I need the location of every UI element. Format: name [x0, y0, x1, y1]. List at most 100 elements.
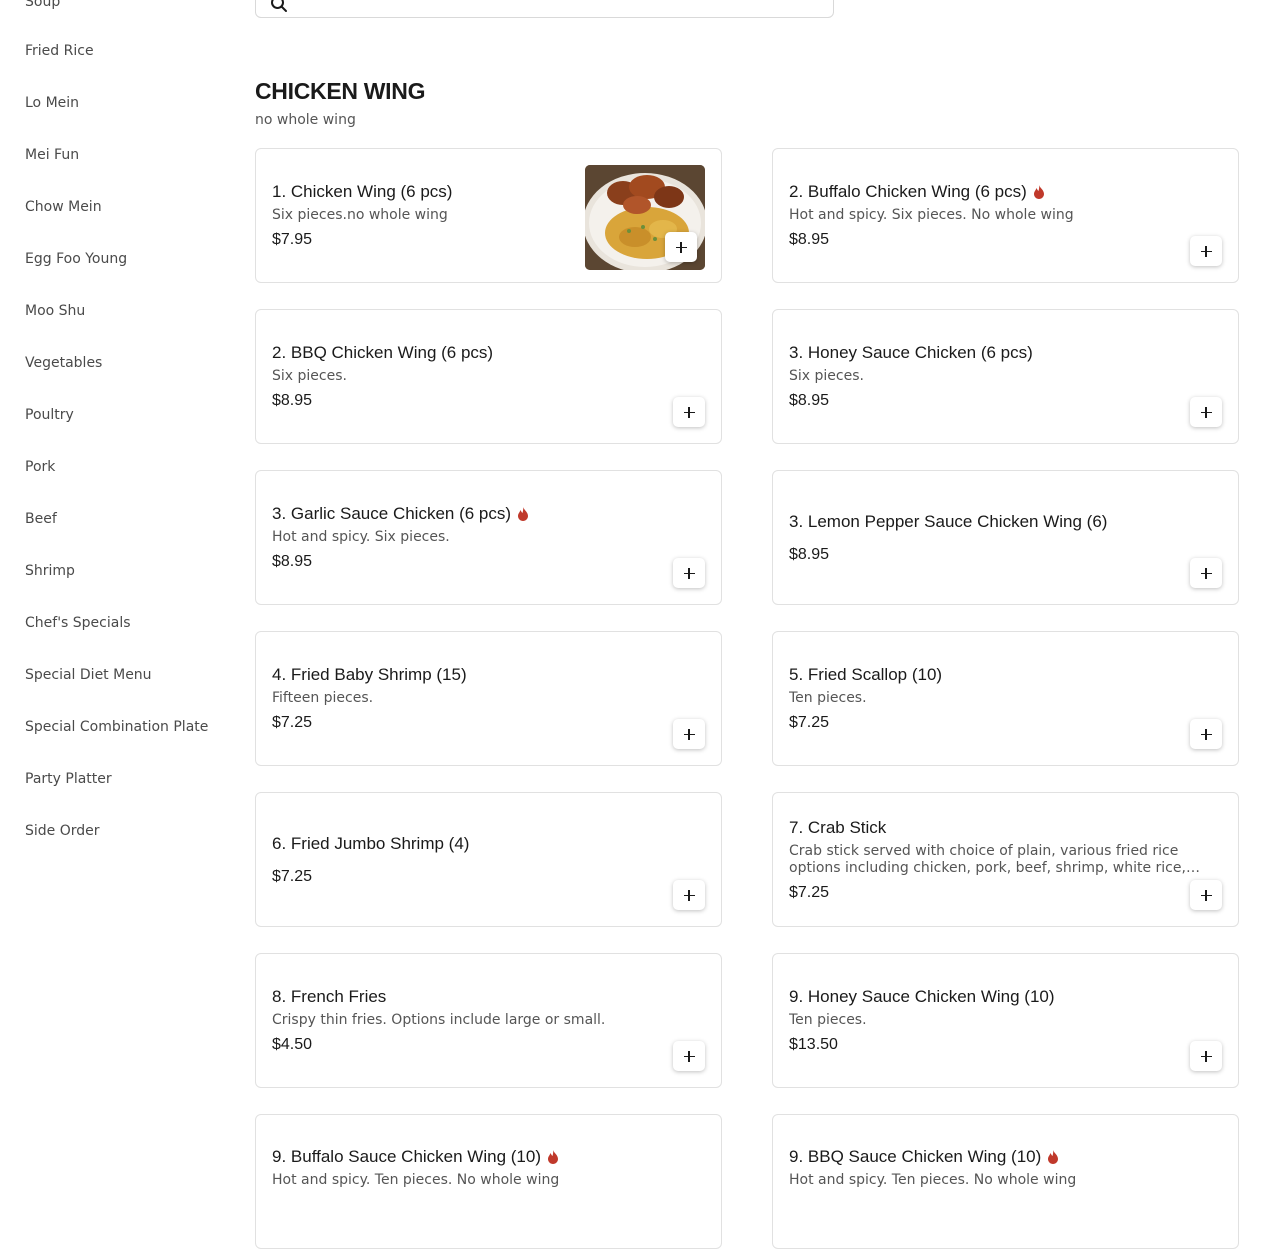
item-price: $8.95: [789, 392, 830, 409]
add-to-cart-button[interactable]: [673, 558, 705, 588]
item-description: Ten pieces.: [789, 1012, 867, 1028]
item-price: $8.95: [789, 545, 830, 563]
item-name: 4. Fried Baby Shrimp (15): [272, 665, 467, 684]
plus-icon: [1200, 1050, 1212, 1062]
sidebar-item-fried-rice[interactable]: Fried Rice: [25, 42, 94, 60]
menu-item-card[interactable]: 2. Buffalo Chicken Wing (6 pcs) Hot and …: [772, 148, 1239, 283]
item-price: $4.50: [272, 1036, 313, 1053]
item-description: Hot and spicy. Six pieces.: [272, 529, 450, 545]
item-name-row: 2. Buffalo Chicken Wing (6 pcs): [789, 181, 1222, 203]
plus-icon: [1200, 245, 1212, 257]
item-name: 2. Buffalo Chicken Wing (6 pcs): [789, 182, 1027, 201]
sidebar-item-side-order[interactable]: Side Order: [25, 822, 100, 840]
item-name: 3. Honey Sauce Chicken (6 pcs): [789, 343, 1033, 362]
add-to-cart-button[interactable]: [673, 880, 705, 910]
item-name: 3. Lemon Pepper Sauce Chicken Wing (6): [789, 511, 1108, 531]
item-name: 9. Buffalo Sauce Chicken Wing (10): [272, 1147, 541, 1166]
item-price: $8.95: [272, 553, 313, 570]
category-sidebar: Soup Fried Rice Lo Mein Mei Fun Chow Mei…: [0, 0, 240, 1179]
item-price: $8.95: [789, 231, 830, 248]
item-description: Crab stick served with choice of plain, …: [789, 842, 1186, 876]
sidebar-item-poultry[interactable]: Poultry: [25, 406, 74, 424]
add-to-cart-button[interactable]: [673, 397, 705, 427]
plus-icon: [1200, 728, 1212, 740]
item-name-row: 9. Buffalo Sauce Chicken Wing (10): [272, 1146, 705, 1168]
item-description: Hot and spicy. Ten pieces. No whole wing: [272, 1172, 560, 1188]
sidebar-item-egg-foo-young[interactable]: Egg Foo Young: [25, 250, 127, 268]
sidebar-item-beef[interactable]: Beef: [25, 510, 57, 528]
item-description: Six pieces.: [272, 368, 347, 384]
plus-icon: [683, 1050, 695, 1062]
search-icon: [271, 0, 287, 12]
item-name-row: 3. Garlic Sauce Chicken (6 pcs): [272, 503, 705, 525]
menu-item-card[interactable]: 6. Fried Jumbo Shrimp (4) $7.25: [255, 792, 722, 927]
sidebar-item-pork[interactable]: Pork: [25, 458, 55, 476]
spicy-flame-icon: [548, 1150, 558, 1164]
item-description: Ten pieces.: [789, 690, 867, 706]
item-price: $7.25: [272, 867, 313, 885]
menu-item-card[interactable]: 7. Crab Stick Crab stick served with cho…: [772, 792, 1239, 927]
item-description: Hot and spicy. Ten pieces. No whole wing: [789, 1172, 1077, 1188]
menu-item-card[interactable]: 3. Honey Sauce Chicken (6 pcs) Six piece…: [772, 309, 1239, 444]
chicken-wings-with-fried-rice-photo: [585, 165, 705, 270]
menu-item-card[interactable]: 1. Chicken Wing (6 pcs) Six pieces.no wh…: [255, 148, 722, 283]
item-price: $7.95: [272, 231, 313, 248]
menu-item-card[interactable]: 9. Honey Sauce Chicken Wing (10) Ten pie…: [772, 953, 1239, 1088]
add-to-cart-button[interactable]: [1190, 880, 1222, 910]
add-to-cart-button[interactable]: [673, 719, 705, 749]
sidebar-item-special-combination-plate[interactable]: Special Combination Plate: [25, 718, 208, 736]
sidebar-item-special-diet-menu[interactable]: Special Diet Menu: [25, 666, 152, 684]
sidebar-item-shrimp[interactable]: Shrimp: [25, 562, 75, 580]
menu-item-card[interactable]: 5. Fried Scallop (10) Ten pieces. $7.25: [772, 631, 1239, 766]
add-to-cart-button[interactable]: [1190, 1041, 1222, 1071]
item-name: 7. Crab Stick: [789, 817, 887, 837]
item-name: 6. Fried Jumbo Shrimp (4): [272, 833, 470, 853]
item-name: 9. Honey Sauce Chicken Wing (10): [789, 987, 1055, 1006]
menu-item-card[interactable]: 3. Lemon Pepper Sauce Chicken Wing (6) $…: [772, 470, 1239, 605]
menu-item-card[interactable]: 3. Garlic Sauce Chicken (6 pcs) Hot and …: [255, 470, 722, 605]
menu-item-card[interactable]: 2. BBQ Chicken Wing (6 pcs) Six pieces. …: [255, 309, 722, 444]
spicy-flame-icon: [1033, 185, 1044, 199]
item-description: Crispy thin fries. Options include large…: [272, 1012, 606, 1028]
plus-icon: [1200, 889, 1212, 901]
search-input[interactable]: [300, 0, 804, 11]
section-title: CHICKEN WING: [255, 78, 426, 104]
menu-item-card[interactable]: 9. BBQ Sauce Chicken Wing (10) Hot and s…: [772, 1114, 1239, 1249]
sidebar-item-mei-fun[interactable]: Mei Fun: [25, 146, 79, 164]
item-name: 8. French Fries: [272, 987, 387, 1006]
plus-icon: [683, 406, 695, 418]
spicy-flame-icon: [518, 507, 529, 521]
add-to-cart-button[interactable]: [1190, 719, 1222, 749]
item-price: $8.95: [272, 392, 313, 409]
sidebar-item-chow-mein[interactable]: Chow Mein: [25, 198, 102, 216]
item-price: $13.50: [789, 1036, 838, 1053]
sidebar-item-chefs-specials[interactable]: Chef's Specials: [25, 614, 131, 632]
sidebar-item-party-platter[interactable]: Party Platter: [25, 770, 112, 788]
add-to-cart-button[interactable]: [673, 1041, 705, 1071]
spicy-flame-icon: [1048, 1150, 1059, 1164]
plus-icon: [1200, 406, 1212, 418]
menu-item-card[interactable]: 4. Fried Baby Shrimp (15) Fifteen pieces…: [255, 631, 722, 766]
plus-icon: [683, 567, 695, 579]
section-subtitle: no whole wing: [255, 112, 356, 128]
add-to-cart-button[interactable]: [665, 232, 697, 262]
item-description: Fifteen pieces.: [272, 690, 374, 706]
menu-item-card[interactable]: 8. French Fries Crispy thin fries. Optio…: [255, 953, 722, 1088]
sidebar-item-lo-mein[interactable]: Lo Mein: [25, 94, 79, 112]
plus-icon: [683, 728, 695, 740]
item-description: Hot and spicy. Six pieces. No whole wing: [789, 207, 1074, 223]
sidebar-item-vegetables[interactable]: Vegetables: [25, 354, 102, 372]
add-to-cart-button[interactable]: [1190, 397, 1222, 427]
search-bar[interactable]: [255, 0, 834, 18]
add-to-cart-button[interactable]: [1190, 236, 1222, 266]
item-name: 9. BBQ Sauce Chicken Wing (10): [789, 1147, 1042, 1166]
item-name: 5. Fried Scallop (10): [789, 665, 943, 684]
item-price: $7.25: [272, 714, 313, 731]
add-to-cart-button[interactable]: [1190, 558, 1222, 588]
item-name: 2. BBQ Chicken Wing (6 pcs): [272, 343, 494, 362]
menu-item-card[interactable]: 9. Buffalo Sauce Chicken Wing (10) Hot a…: [255, 1114, 722, 1249]
item-price: $7.25: [789, 714, 830, 731]
sidebar-item-moo-shu[interactable]: Moo Shu: [25, 302, 85, 320]
item-description: Six pieces.: [789, 368, 864, 384]
sidebar-item-soup[interactable]: Soup: [25, 0, 60, 11]
